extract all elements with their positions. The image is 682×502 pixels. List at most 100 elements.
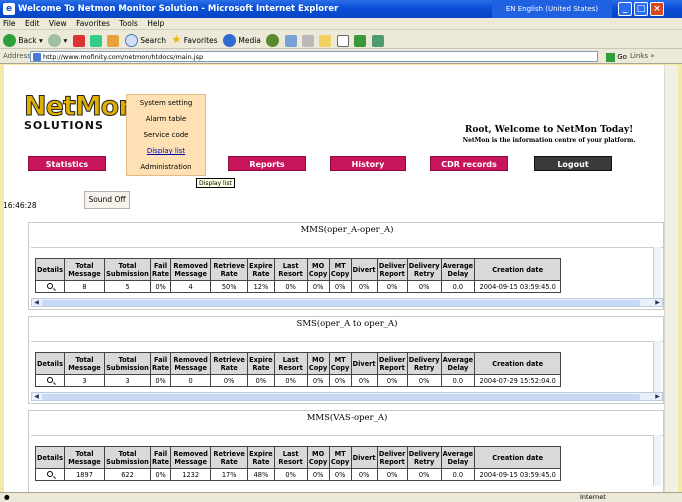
- details-cell[interactable]: [35, 468, 65, 481]
- language-indicator[interactable]: EN English (United States): [492, 0, 612, 18]
- menu-edit[interactable]: Edit: [25, 19, 40, 28]
- col-retrieve-rate: Retrieve Rate: [210, 352, 249, 375]
- back-button[interactable]: Back ▾: [3, 31, 43, 50]
- table-header-row: Details Total Message Total Submission F…: [35, 352, 562, 375]
- details-cell[interactable]: [35, 374, 65, 387]
- magnifier-icon[interactable]: [47, 470, 53, 477]
- table-row: 3 3 0% 0 0% 0% 0% 0% 0% 0% 0% 0% 0.0 200…: [35, 374, 562, 387]
- browser-window: e Welcome To Netmon Monitor Solution - M…: [0, 0, 682, 502]
- table-row: 1897 622 0% 1232 17% 48% 0% 0% 0% 0% 0% …: [35, 468, 562, 481]
- cell-total-submission: 622: [104, 468, 151, 481]
- col-fail-rate: Fail Rate: [149, 352, 172, 375]
- favorites-button[interactable]: ★ Favorites: [171, 30, 217, 50]
- col-mo-copy: MO Copy: [306, 352, 330, 375]
- menu-tools[interactable]: Tools: [119, 19, 137, 28]
- home-icon: [107, 34, 120, 47]
- people-button[interactable]: [371, 31, 384, 50]
- welcome-title: Root, Welcome to NetMon Today!: [464, 125, 634, 135]
- panel-title: SMS(oper_A to oper_A): [296, 319, 398, 329]
- col-deliver-report: Deliver Report: [376, 258, 408, 281]
- scroll-left-icon[interactable]: ◀: [32, 299, 41, 306]
- menu-file[interactable]: File: [3, 19, 16, 28]
- details-cell[interactable]: [35, 280, 65, 293]
- col-divert: Divert: [350, 352, 378, 375]
- mail-button[interactable]: [284, 31, 297, 50]
- maximize-button[interactable]: □: [634, 2, 648, 16]
- history-button[interactable]: [266, 31, 280, 50]
- messenger-button[interactable]: [354, 31, 367, 50]
- window-title: Welcome To Netmon Monitor Solution - Mic…: [18, 4, 339, 14]
- panel-vertical-scrollbar[interactable]: [653, 247, 661, 298]
- home-button[interactable]: [107, 31, 120, 50]
- menu-item-system-setting[interactable]: System setting: [127, 95, 205, 111]
- panel-horizontal-scrollbar[interactable]: ◀ ▶: [31, 298, 663, 307]
- col-last-resort: Last Resort: [273, 446, 308, 469]
- forward-button[interactable]: ▾: [48, 31, 67, 50]
- close-button[interactable]: ×: [650, 2, 664, 16]
- stats-table: Details Total Message Total Submission F…: [35, 258, 562, 293]
- cell-last-resort: 0%: [273, 468, 308, 481]
- table-row: 8 5 0% 4 50% 12% 0% 0% 0% 0% 0% 0% 0.0 2…: [35, 280, 562, 293]
- nav-statistics[interactable]: Statistics: [28, 156, 106, 171]
- nav-history[interactable]: History: [330, 156, 406, 171]
- scroll-thumb[interactable]: [42, 394, 640, 400]
- scroll-thumb[interactable]: [42, 300, 640, 306]
- panel-title: MMS(oper_A-oper_A): [300, 225, 394, 235]
- magnifier-icon[interactable]: [47, 282, 53, 289]
- cell-total-message: 1897: [64, 468, 105, 481]
- cell-creation-date: 2004-07-29 15:52:04.0: [474, 374, 562, 387]
- status-bar: ● Internet: [0, 492, 682, 502]
- menu-help[interactable]: Help: [147, 19, 164, 28]
- cell-fail-rate: 0%: [149, 468, 172, 481]
- panel-horizontal-scrollbar[interactable]: ◀ ▶: [31, 392, 663, 401]
- sound-off-button[interactable]: Sound Off: [84, 191, 130, 209]
- edit-button[interactable]: [319, 31, 332, 50]
- netmon-logo: NetMon SOLUTIONS: [24, 91, 138, 132]
- scroll-right-icon[interactable]: ▶: [653, 393, 662, 400]
- search-button[interactable]: Search: [124, 31, 166, 50]
- nav-cdr-records[interactable]: CDR records: [430, 156, 508, 171]
- cell-average-delay: 0.0: [440, 468, 476, 481]
- scroll-left-icon[interactable]: ◀: [32, 393, 41, 400]
- search-icon: [124, 34, 138, 47]
- menu-view[interactable]: View: [49, 19, 67, 28]
- discuss-button[interactable]: [336, 31, 349, 50]
- cell-removed-message: 1232: [170, 468, 212, 481]
- menu-item-display-list[interactable]: Display list: [127, 143, 205, 159]
- panel-vertical-scrollbar[interactable]: [653, 341, 661, 392]
- col-deliver-report: Deliver Report: [376, 446, 408, 469]
- scroll-right-icon[interactable]: ▶: [653, 299, 662, 306]
- address-input[interactable]: http://www.mofinity.com/netmon/htdocs/ma…: [30, 51, 598, 62]
- cell-average-delay: 0.0: [440, 280, 476, 293]
- menu-favorites[interactable]: Favorites: [76, 19, 110, 28]
- panel-vertical-scrollbar[interactable]: [653, 435, 661, 486]
- cell-fail-rate: 0%: [149, 280, 172, 293]
- dropdown-menu: System setting Alarm table Service code …: [126, 94, 206, 176]
- magnifier-icon[interactable]: [47, 376, 53, 383]
- refresh-button[interactable]: [90, 31, 103, 50]
- stop-button[interactable]: [72, 31, 85, 50]
- print-button[interactable]: [302, 31, 315, 50]
- logout-button[interactable]: Logout: [534, 156, 612, 171]
- col-last-resort: Last Resort: [273, 258, 308, 281]
- cell-mo-copy: 0%: [306, 468, 330, 481]
- cell-mo-copy: 0%: [306, 374, 330, 387]
- menu-item-administration[interactable]: Administration: [127, 159, 205, 175]
- menu-item-alarm-table[interactable]: Alarm table: [127, 111, 205, 127]
- links-button[interactable]: Links »: [630, 49, 655, 64]
- table-header-row: Details Total Message Total Submission F…: [35, 446, 562, 469]
- col-total-message: Total Message: [64, 258, 105, 281]
- logo-sub: SOLUTIONS: [24, 119, 104, 132]
- media-button[interactable]: Media: [222, 31, 261, 50]
- history-icon: [266, 34, 280, 47]
- nav-reports[interactable]: Reports: [228, 156, 306, 171]
- menu-item-service-code[interactable]: Service code: [127, 127, 205, 143]
- minimize-button[interactable]: _: [618, 2, 632, 16]
- stats-table: Details Total Message Total Submission F…: [35, 352, 562, 387]
- page-vertical-scrollbar[interactable]: [664, 65, 678, 492]
- cell-mt-copy: 0%: [328, 468, 352, 481]
- col-removed-message: Removed Message: [170, 446, 212, 469]
- go-button[interactable]: Go: [606, 50, 627, 65]
- cell-removed-message: 0: [170, 374, 212, 387]
- logo-name: NetMon: [24, 91, 138, 122]
